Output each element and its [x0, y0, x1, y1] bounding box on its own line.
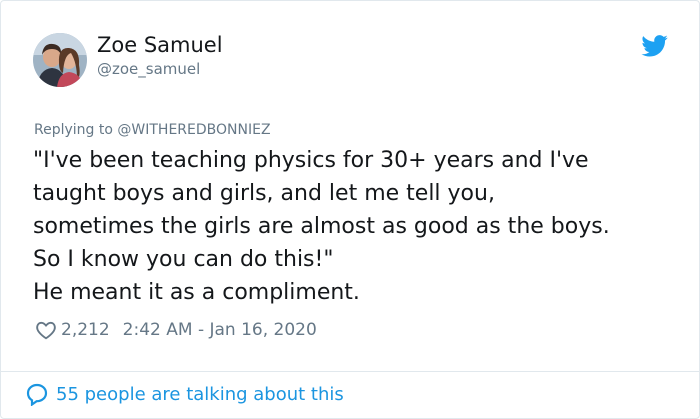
comment-bubble-icon [26, 383, 48, 406]
tweet-text: "I've been teaching physics for 30+ year… [33, 144, 673, 309]
tweet-line: So I know you can do this!" [33, 247, 334, 272]
tweet-line: "I've been teaching physics for 30+ year… [33, 148, 589, 173]
replying-to-label: Replying to [34, 122, 118, 138]
author-name[interactable]: Zoe Samuel [97, 33, 223, 57]
tweet-card: Zoe Samuel @zoe_samuel Replying to @WITH… [0, 0, 700, 419]
replying-to: Replying to @WITHEREDBONNIEZ [34, 122, 271, 138]
tweet-line: He meant it as a compliment. [33, 280, 360, 305]
reply-mention-link[interactable]: @WITHEREDBONNIEZ [117, 122, 270, 138]
conversation-link[interactable]: 55 people are talking about this [25, 382, 344, 406]
tweet-meta: 2,212 2:42 AM - Jan 16, 2020 [35, 319, 317, 341]
like-count[interactable]: 2,212 [61, 320, 110, 340]
conversation-label[interactable]: 55 people are talking about this [56, 384, 344, 405]
author-handle[interactable]: @zoe_samuel [97, 60, 200, 78]
tweet-line: taught boys and girls, and let me tell y… [33, 181, 495, 206]
tweet-timestamp[interactable]: 2:42 AM - Jan 16, 2020 [123, 320, 317, 340]
heart-icon[interactable] [35, 319, 57, 341]
avatar-photo-icon [33, 33, 87, 87]
avatar[interactable] [33, 33, 87, 87]
tweet-line: sometimes the girls are almost as good a… [33, 214, 610, 239]
twitter-bird-icon[interactable] [641, 35, 669, 57]
divider [1, 371, 699, 372]
